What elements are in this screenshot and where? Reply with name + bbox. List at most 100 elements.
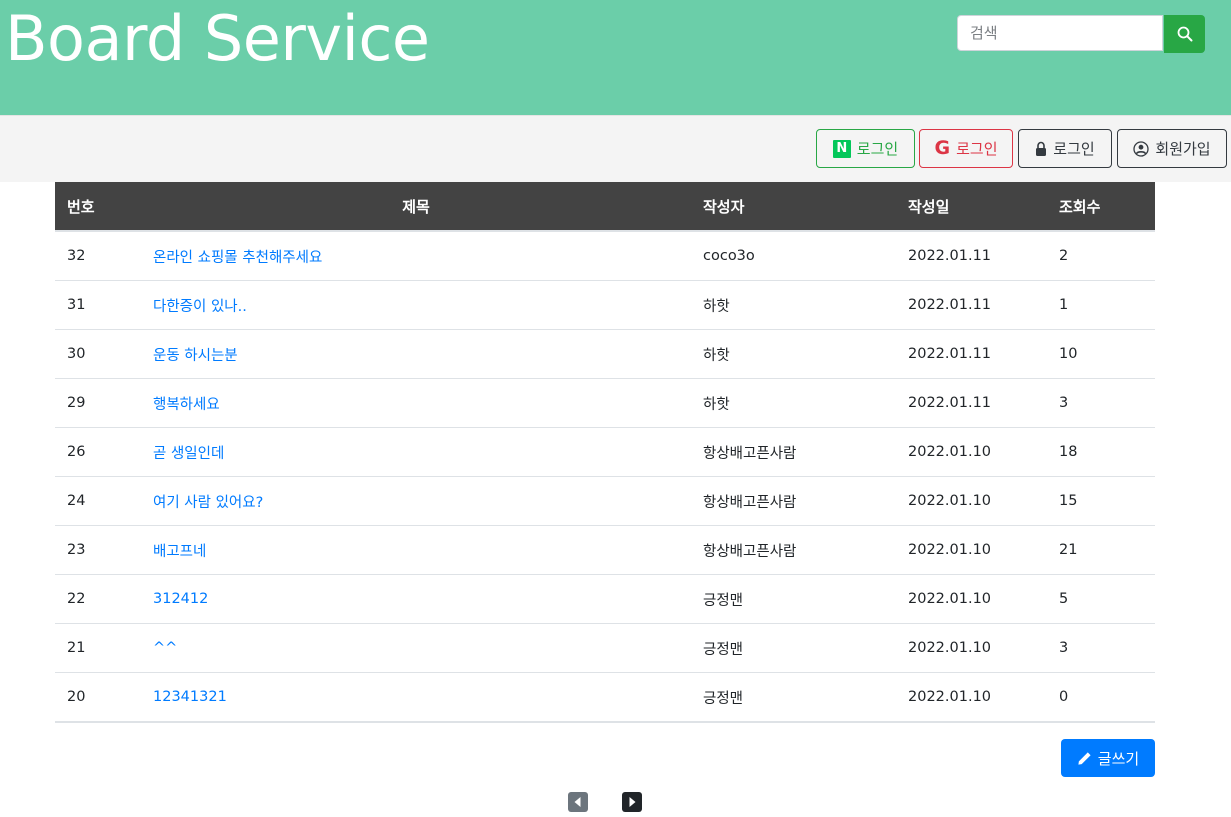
google-login-button[interactable]: G 로그인	[919, 129, 1013, 168]
post-author: 하핫	[691, 280, 896, 330]
post-title-cell: 곧 생일인데	[141, 427, 691, 477]
auth-bar: N 로그인 G 로그인 로그인 회원가입	[0, 115, 1231, 182]
table-row: 29 행복하세요 하핫 2022.01.11 3	[55, 378, 1155, 428]
post-number: 26	[55, 427, 141, 477]
table-row: 32 온라인 쇼핑몰 추천해주세요 coco3o 2022.01.11 2	[55, 231, 1155, 281]
signup-label: 회원가입	[1155, 140, 1211, 158]
post-number: 30	[55, 329, 141, 379]
google-login-label: 로그인	[956, 140, 998, 158]
post-title-link[interactable]: 행복하세요	[153, 397, 220, 413]
post-date: 2022.01.11	[896, 329, 1047, 379]
post-author: coco3o	[691, 231, 896, 281]
post-title-cell: 운동 하시는분	[141, 329, 691, 379]
post-title-cell: 12341321	[141, 672, 691, 723]
post-views: 2	[1047, 231, 1155, 281]
table-row: 20 12341321 긍정맨 2022.01.10 0	[55, 672, 1155, 723]
post-author: 긍정맨	[691, 623, 896, 673]
post-views: 10	[1047, 329, 1155, 379]
post-number: 21	[55, 623, 141, 673]
post-author: 항상배고픈사람	[691, 525, 896, 575]
post-title-cell: 312412	[141, 574, 691, 624]
login-button[interactable]: 로그인	[1018, 129, 1112, 168]
pagination-next-button[interactable]	[622, 792, 642, 812]
lock-icon	[1036, 141, 1047, 156]
post-number: 23	[55, 525, 141, 575]
brand-title[interactable]: Board Service	[5, 0, 430, 80]
col-header-number: 번호	[55, 182, 141, 232]
post-title-link[interactable]: 312412	[153, 591, 208, 607]
col-header-title: 제목	[141, 182, 691, 232]
col-header-author: 작성자	[691, 182, 896, 232]
post-number: 32	[55, 231, 141, 281]
caret-right-square-icon	[622, 792, 642, 812]
post-author: 하핫	[691, 378, 896, 428]
post-date: 2022.01.10	[896, 623, 1047, 673]
table-row: 23 배고프네 항상배고픈사람 2022.01.10 21	[55, 525, 1155, 575]
post-number: 24	[55, 476, 141, 526]
naver-login-button[interactable]: N 로그인	[816, 129, 915, 168]
post-number: 20	[55, 672, 141, 723]
col-header-views: 조회수	[1047, 182, 1155, 232]
post-views: 21	[1047, 525, 1155, 575]
post-date: 2022.01.10	[896, 476, 1047, 526]
write-post-button[interactable]: 글쓰기	[1061, 739, 1155, 777]
post-views: 5	[1047, 574, 1155, 624]
write-post-label: 글쓰기	[1097, 749, 1140, 768]
post-views: 0	[1047, 672, 1155, 723]
table-row: 22 312412 긍정맨 2022.01.10 5	[55, 574, 1155, 624]
post-number: 29	[55, 378, 141, 428]
post-author: 긍정맨	[691, 574, 896, 624]
naver-logo-icon: N	[832, 139, 851, 158]
post-date: 2022.01.10	[896, 672, 1047, 723]
table-body: 32 온라인 쇼핑몰 추천해주세요 coco3o 2022.01.11 2 31…	[55, 231, 1155, 723]
post-title-link[interactable]: 12341321	[153, 689, 227, 705]
search-input[interactable]	[957, 15, 1163, 51]
board-table: 번호 제목 작성자 작성일 조회수 32 온라인 쇼핑몰 추천해주세요 coco…	[55, 182, 1155, 723]
post-title-cell: 온라인 쇼핑몰 추천해주세요	[141, 231, 691, 281]
search-button[interactable]	[1164, 15, 1205, 53]
post-title-link[interactable]: 다한증이 있나..	[153, 299, 247, 315]
post-number: 22	[55, 574, 141, 624]
search-icon	[1177, 26, 1192, 42]
table-row: 31 다한증이 있나.. 하핫 2022.01.11 1	[55, 280, 1155, 330]
post-title-link[interactable]: 온라인 쇼핑몰 추천해주세요	[153, 250, 322, 266]
table-row: 26 곧 생일인데 항상배고픈사람 2022.01.10 18	[55, 427, 1155, 477]
post-author: 하핫	[691, 329, 896, 379]
post-author: 항상배고픈사람	[691, 427, 896, 477]
post-title-cell: 행복하세요	[141, 378, 691, 428]
post-date: 2022.01.10	[896, 525, 1047, 575]
site-header: Board Service	[0, 0, 1231, 115]
post-author: 항상배고픈사람	[691, 476, 896, 526]
post-author: 긍정맨	[691, 672, 896, 723]
post-title-cell: 배고프네	[141, 525, 691, 575]
post-title-link[interactable]: 배고프네	[153, 544, 206, 560]
post-views: 1	[1047, 280, 1155, 330]
user-circle-icon	[1133, 140, 1150, 157]
post-title-link[interactable]: 여기 사람 있어요?	[153, 495, 263, 511]
post-number: 31	[55, 280, 141, 330]
pagination-prev-button[interactable]	[568, 792, 588, 812]
table-row: 24 여기 사람 있어요? 항상배고픈사람 2022.01.10 15	[55, 476, 1155, 526]
post-date: 2022.01.10	[896, 427, 1047, 477]
table-row: 21 ^^ 긍정맨 2022.01.10 3	[55, 623, 1155, 673]
naver-login-label: 로그인	[856, 140, 899, 158]
post-title-cell: 여기 사람 있어요?	[141, 476, 691, 526]
caret-left-square-icon	[568, 792, 588, 812]
post-title-cell: ^^	[141, 623, 691, 673]
post-date: 2022.01.10	[896, 574, 1047, 624]
table-header-row: 번호 제목 작성자 작성일 조회수	[55, 182, 1155, 232]
post-title-link[interactable]: ^^	[153, 640, 177, 656]
signup-button[interactable]: 회원가입	[1117, 129, 1227, 168]
post-title-link[interactable]: 운동 하시는분	[153, 348, 238, 364]
post-views: 15	[1047, 476, 1155, 526]
login-label: 로그인	[1053, 140, 1095, 158]
post-date: 2022.01.11	[896, 231, 1047, 281]
col-header-date: 작성일	[896, 182, 1047, 232]
google-logo-icon: G	[934, 137, 951, 159]
post-views: 18	[1047, 427, 1155, 477]
table-row: 30 운동 하시는분 하핫 2022.01.11 10	[55, 329, 1155, 379]
post-title-link[interactable]: 곧 생일인데	[153, 446, 224, 462]
post-views: 3	[1047, 623, 1155, 673]
post-views: 3	[1047, 378, 1155, 428]
post-date: 2022.01.11	[896, 378, 1047, 428]
